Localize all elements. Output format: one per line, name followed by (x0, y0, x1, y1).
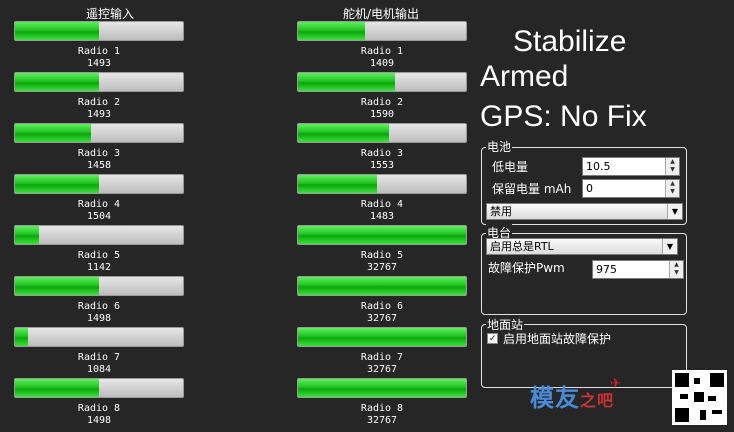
servo-out-channel-value: 1409 (369, 58, 395, 69)
radio-in-bar-fill (15, 22, 99, 40)
servo-out-bar-fill (298, 22, 366, 40)
servo-out-channel-label: Radio 8 (360, 403, 404, 414)
radio-in-channel-label: Radio 4 (77, 199, 121, 210)
servo-out-bar-fill (298, 175, 377, 193)
gps-status-text: GPS: No Fix (480, 100, 647, 133)
radio-in-channel-value: 1498 (86, 313, 112, 324)
radio-in-channel-value: 1498 (86, 415, 112, 426)
servo-out-channel-label: Radio 5 (360, 250, 404, 261)
servo-out-channel-value: 32767 (366, 313, 398, 324)
radio-in-bar-fill (15, 328, 29, 346)
watermark-suffix: 之吧 (580, 391, 615, 410)
servo-out-channel-label: Radio 3 (360, 148, 404, 159)
chevron-down-icon[interactable]: ▼ (662, 239, 677, 254)
failsafe-pwm-input[interactable]: 975 ▲ ▼ (592, 260, 684, 279)
servo-out-bar-fill (298, 73, 396, 91)
servo-out-bar-7 (297, 327, 467, 347)
servo-out-bar-5 (297, 225, 467, 245)
radio-in-channel-label: Radio 5 (77, 250, 121, 261)
airplane-icon: ✈ (610, 372, 621, 393)
servo-output-header: 舵机/电机输出 (343, 7, 420, 21)
radio-in-channel-value: 1084 (86, 364, 112, 375)
servo-out-bar-8 (297, 378, 467, 398)
radio-in-bar-5 (14, 225, 184, 245)
radio-in-channel-label: Radio 3 (77, 148, 121, 159)
radio-in-channel-value: 1142 (86, 262, 112, 273)
flight-mode-text: Stabilize (513, 25, 627, 58)
radio-in-channel-value: 1493 (86, 109, 112, 120)
chevron-down-icon[interactable]: ▼ (667, 204, 682, 219)
servo-out-bar-fill (298, 226, 466, 244)
low-battery-value: 10.5 (586, 160, 611, 173)
radio-in-channel-label: Radio 1 (77, 46, 121, 57)
battery-action-select[interactable]: 禁用 ▼ (486, 203, 683, 220)
radio-in-bar-fill (15, 175, 99, 193)
spinner-arrows-icon[interactable]: ▲ ▼ (665, 180, 679, 197)
servo-out-channel-value: 1553 (369, 160, 395, 171)
reserve-mah-label: 保留电量 mAh (492, 182, 572, 196)
radio-failsafe-action-select[interactable]: 启用总是RTL ▼ (486, 238, 678, 255)
watermark-logo: 模友之吧 (530, 378, 614, 413)
watermark-text: 模友 (530, 384, 580, 412)
servo-out-channel-label: Radio 6 (360, 301, 404, 312)
servo-out-bar-fill (298, 328, 466, 346)
servo-out-channel-label: Radio 1 (360, 46, 404, 57)
radio-in-channel-label: Radio 2 (77, 97, 121, 108)
radio-in-bar-3 (14, 123, 184, 143)
low-battery-label: 低电量 (492, 160, 529, 174)
servo-out-channel-value: 32767 (366, 415, 398, 426)
radio-in-bar-1 (14, 21, 184, 41)
radio-in-channel-label: Radio 6 (77, 301, 121, 312)
spinner-arrows-icon[interactable]: ▲ ▼ (665, 158, 679, 175)
gcs-failsafe-checkbox[interactable]: ✓ (487, 333, 498, 344)
servo-out-channel-label: Radio 2 (360, 97, 404, 108)
servo-out-bar-fill (298, 277, 466, 295)
armed-status-text: Armed (480, 60, 569, 93)
servo-out-channel-value: 1483 (369, 211, 395, 222)
servo-out-channel-label: Radio 7 (360, 352, 404, 363)
servo-out-bar-fill (298, 124, 389, 142)
servo-out-bar-fill (298, 379, 466, 397)
reserve-mah-value: 0 (586, 182, 593, 195)
radio-in-bar-fill (15, 379, 99, 397)
radio-in-bar-fill (15, 226, 39, 244)
servo-out-bar-1 (297, 21, 467, 41)
radio-in-bar-8 (14, 378, 184, 398)
radio-in-bar-2 (14, 72, 184, 92)
radio-in-channel-value: 1458 (86, 160, 112, 171)
radio-in-channel-label: Radio 8 (77, 403, 121, 414)
servo-out-channel-value: 1590 (369, 109, 395, 120)
servo-out-bar-2 (297, 72, 467, 92)
failsafe-pwm-label: 故障保护Pwm (488, 261, 565, 275)
spinner-arrows-icon[interactable]: ▲ ▼ (669, 261, 683, 278)
radio-in-bar-7 (14, 327, 184, 347)
battery-group-title: 电池 (486, 138, 513, 155)
radio-in-bar-6 (14, 276, 184, 296)
radio-in-channel-value: 1504 (86, 211, 112, 222)
radio-input-header: 遥控输入 (86, 7, 135, 21)
battery-action-value: 禁用 (490, 205, 512, 218)
servo-out-channel-value: 32767 (366, 262, 398, 273)
servo-out-bar-3 (297, 123, 467, 143)
radio-in-channel-label: Radio 7 (77, 352, 121, 363)
servo-out-bar-4 (297, 174, 467, 194)
qr-code-icon (672, 370, 727, 425)
reserve-mah-input[interactable]: 0 ▲ ▼ (582, 179, 680, 198)
gcs-failsafe-checkbox-label: 启用地面站故障保护 (503, 332, 612, 346)
radio-failsafe-action-value: 启用总是RTL (490, 240, 554, 253)
servo-out-bar-6 (297, 276, 467, 296)
servo-out-channel-label: Radio 4 (360, 199, 404, 210)
radio-in-bar-fill (15, 277, 99, 295)
low-battery-input[interactable]: 10.5 ▲ ▼ (582, 157, 680, 176)
radio-in-channel-value: 1493 (86, 58, 112, 69)
radio-in-bar-4 (14, 174, 184, 194)
failsafe-pwm-value: 975 (596, 263, 617, 276)
radio-in-bar-fill (15, 124, 91, 142)
servo-out-channel-value: 32767 (366, 364, 398, 375)
radio-in-bar-fill (15, 73, 99, 91)
